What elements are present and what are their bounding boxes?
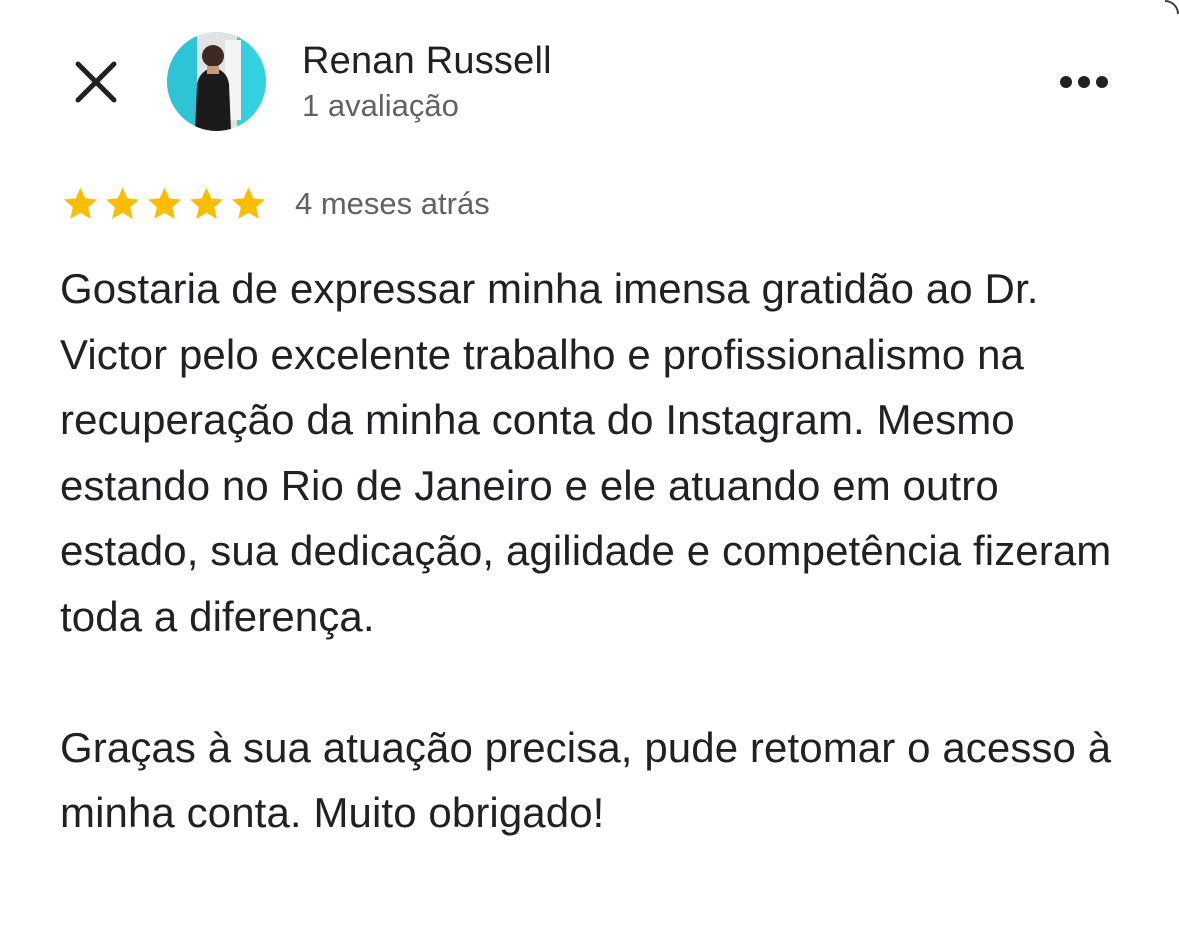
- star-icon: [106, 187, 139, 219]
- rating-row: 4 meses atrás: [60, 184, 490, 224]
- review-date: 4 meses atrás: [295, 186, 490, 221]
- reviewer-review-count: 1 avaliação: [302, 88, 459, 123]
- avatar-photo: [167, 32, 266, 131]
- more-options-button[interactable]: [1052, 62, 1116, 102]
- more-horizontal-icon: [1060, 76, 1108, 88]
- review-text: Gostaria de expressar minha imensa grati…: [60, 265, 1112, 836]
- star-icon: [190, 187, 223, 219]
- window-corner: [1165, 0, 1179, 14]
- avatar[interactable]: [167, 32, 266, 131]
- close-icon: [75, 61, 117, 103]
- star-icon: [64, 187, 97, 219]
- reviewer-name[interactable]: Renan Russell: [302, 40, 552, 83]
- star-icon: [148, 187, 181, 219]
- close-button[interactable]: [66, 52, 126, 112]
- star-rating: [60, 184, 269, 224]
- review-header: Renan Russell 1 avaliação: [0, 30, 1179, 134]
- star-icon: [232, 187, 265, 219]
